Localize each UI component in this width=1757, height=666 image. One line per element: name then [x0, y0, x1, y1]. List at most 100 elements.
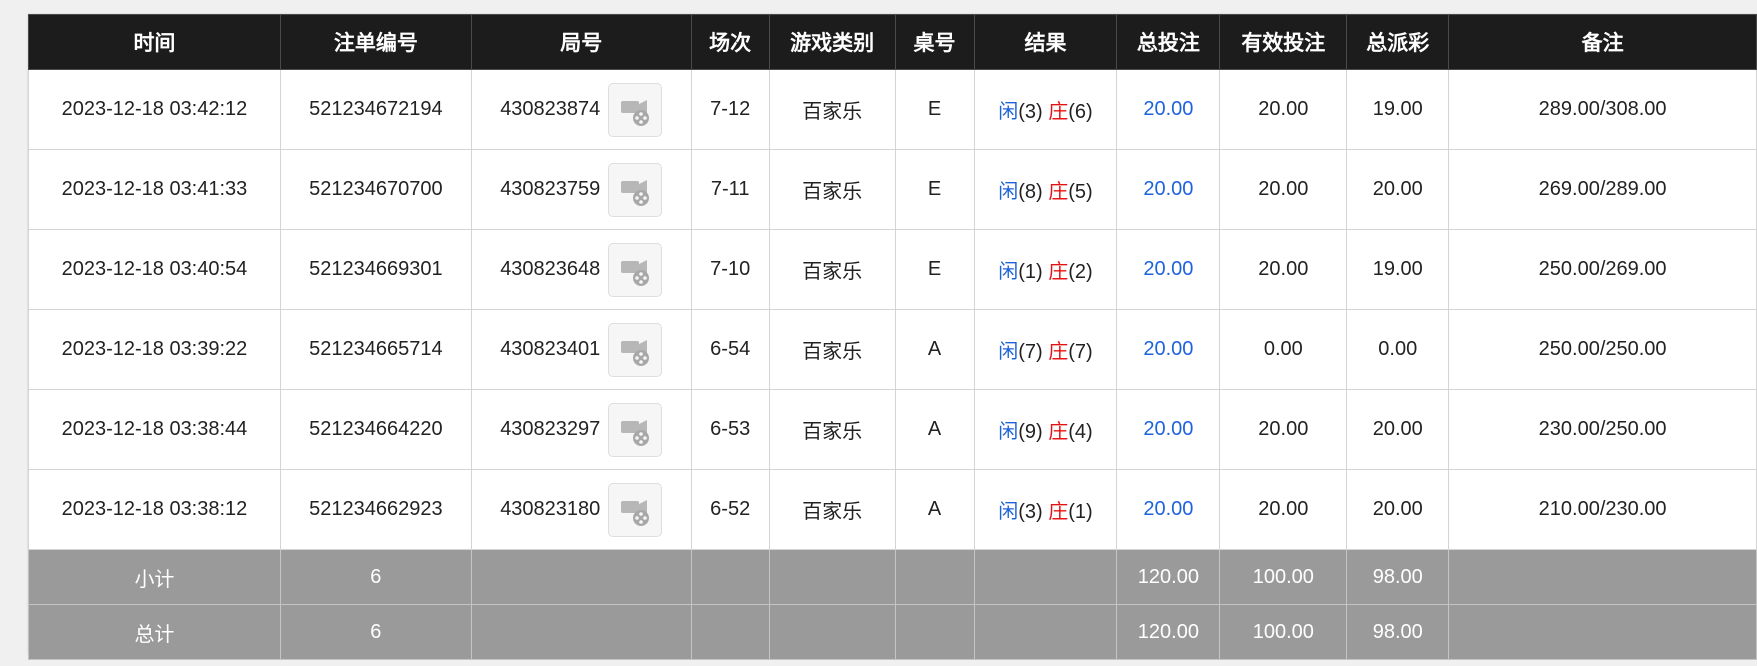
cell-time: 2023-12-18 03:39:22	[28, 309, 281, 390]
cell-payout: 20.00	[1346, 149, 1450, 230]
cell-result: 闲(1) 庄(2)	[973, 229, 1118, 310]
subtotal-total-bet: 120.00	[1116, 549, 1221, 605]
player-label: 闲	[998, 261, 1019, 283]
cell-table-no: E	[894, 229, 975, 310]
cell-time: 2023-12-18 03:41:33	[28, 149, 281, 230]
round-number: 430823401	[500, 338, 601, 360]
bet-records-table: 时间 注单编号 局号 场次 游戏类别 桌号 结果 总投注 有效投注 总派彩 备注…	[28, 14, 1757, 660]
player-score: (3)	[1018, 101, 1043, 123]
cell-table-no: A	[894, 469, 975, 550]
player-score: (9)	[1018, 421, 1043, 443]
cell-game-type: 百家乐	[768, 69, 896, 150]
cell-bet-id: 521234664220	[279, 389, 472, 470]
video-replay-icon	[609, 492, 661, 528]
player-score: (3)	[1018, 501, 1043, 523]
cell-note: 250.00/269.00	[1448, 229, 1757, 310]
cell-table-no: E	[894, 149, 975, 230]
video-replay-button[interactable]	[608, 402, 663, 457]
banker-label: 庄	[1048, 501, 1069, 523]
cell-valid-bet: 20.00	[1219, 69, 1348, 150]
cell-valid-bet: 20.00	[1219, 469, 1348, 550]
cell-session: 7-11	[690, 149, 770, 230]
cell-game-type: 百家乐	[768, 229, 896, 310]
player-label: 闲	[998, 501, 1019, 523]
cell-table-no: E	[894, 69, 975, 150]
cell-total-bet: 20.00	[1116, 309, 1221, 390]
header-row: 时间 注单编号 局号 场次 游戏类别 桌号 结果 总投注 有效投注 总派彩 备注	[28, 14, 1757, 70]
subtotal-payout: 98.00	[1346, 549, 1450, 605]
cell-payout: 19.00	[1346, 69, 1450, 150]
player-score: (1)	[1018, 261, 1043, 283]
cell-total-bet: 20.00	[1116, 69, 1221, 150]
cell-payout: 20.00	[1346, 469, 1450, 550]
cell-session: 6-52	[690, 469, 770, 550]
cell-result: 闲(9) 庄(4)	[973, 389, 1118, 470]
cell-bet-id: 521234662923	[279, 469, 472, 550]
cell-session: 7-12	[690, 69, 770, 150]
cell-note: 210.00/230.00	[1448, 469, 1757, 550]
cell-session: 6-53	[690, 389, 770, 470]
header-time: 时间	[28, 14, 281, 70]
cell-total-bet: 20.00	[1116, 469, 1221, 550]
banker-score: (5)	[1068, 181, 1093, 203]
cell-payout: 0.00	[1346, 309, 1450, 390]
cell-valid-bet: 20.00	[1219, 229, 1348, 310]
table-body: 2023-12-18 03:42:12 521234672194 430823874…	[28, 69, 1757, 550]
cell-valid-bet: 20.00	[1219, 389, 1348, 470]
header-valid-bet: 有效投注	[1219, 14, 1348, 70]
player-label: 闲	[998, 101, 1019, 123]
cell-game-type: 百家乐	[768, 149, 896, 230]
cell-session: 7-10	[690, 229, 770, 310]
cell-round: 430823297	[470, 389, 692, 470]
video-replay-button[interactable]	[608, 482, 663, 537]
header-bet-id: 注单编号	[279, 14, 472, 70]
grand-total-label: 总计	[28, 604, 281, 660]
cell-payout: 20.00	[1346, 389, 1450, 470]
table-header: 时间 注单编号 局号 场次 游戏类别 桌号 结果 总投注 有效投注 总派彩 备注	[28, 14, 1757, 70]
round-number: 430823297	[500, 418, 601, 440]
table-footer: 小计 6 120.00 100.00 98.00 总计 6 120.00 100…	[28, 549, 1757, 660]
cell-time: 2023-12-18 03:38:44	[28, 389, 281, 470]
video-replay-icon	[609, 92, 661, 128]
subtotal-valid-bet: 100.00	[1219, 549, 1348, 605]
grand-total-valid-bet: 100.00	[1219, 604, 1348, 660]
cell-result: 闲(3) 庄(1)	[973, 469, 1118, 550]
video-replay-button[interactable]	[608, 242, 663, 297]
video-replay-button[interactable]	[608, 82, 663, 137]
banker-label: 庄	[1048, 101, 1069, 123]
grand-total-payout: 98.00	[1346, 604, 1450, 660]
video-replay-button[interactable]	[608, 162, 663, 217]
cell-round: 430823759	[470, 149, 692, 230]
cell-result: 闲(3) 庄(6)	[973, 69, 1118, 150]
table-row: 2023-12-18 03:42:12 521234672194 430823874…	[28, 69, 1757, 150]
cell-bet-id: 521234669301	[279, 229, 472, 310]
header-result: 结果	[973, 14, 1118, 70]
cell-round: 430823401	[470, 309, 692, 390]
cell-table-no: A	[894, 389, 975, 470]
cell-game-type: 百家乐	[768, 309, 896, 390]
table-row: 2023-12-18 03:38:44 521234664220 430823297…	[28, 389, 1757, 470]
video-replay-icon	[609, 332, 661, 368]
header-session: 场次	[690, 14, 770, 70]
grand-total-count: 6	[279, 604, 472, 660]
cell-table-no: A	[894, 309, 975, 390]
cell-round: 430823874	[470, 69, 692, 150]
banker-label: 庄	[1048, 261, 1069, 283]
cell-time: 2023-12-18 03:40:54	[28, 229, 281, 310]
player-score: (8)	[1018, 181, 1043, 203]
banker-label: 庄	[1048, 421, 1069, 443]
video-replay-button[interactable]	[608, 322, 663, 377]
cell-session: 6-54	[690, 309, 770, 390]
player-label: 闲	[998, 421, 1019, 443]
cell-bet-id: 521234665714	[279, 309, 472, 390]
banker-score: (2)	[1068, 261, 1093, 283]
banker-score: (4)	[1068, 421, 1093, 443]
cell-total-bet: 20.00	[1116, 229, 1221, 310]
video-replay-icon	[609, 252, 661, 288]
cell-total-bet: 20.00	[1116, 389, 1221, 470]
cell-note: 230.00/250.00	[1448, 389, 1757, 470]
cell-bet-id: 521234672194	[279, 69, 472, 150]
subtotal-label: 小计	[28, 549, 281, 605]
cell-valid-bet: 0.00	[1219, 309, 1348, 390]
cell-game-type: 百家乐	[768, 469, 896, 550]
